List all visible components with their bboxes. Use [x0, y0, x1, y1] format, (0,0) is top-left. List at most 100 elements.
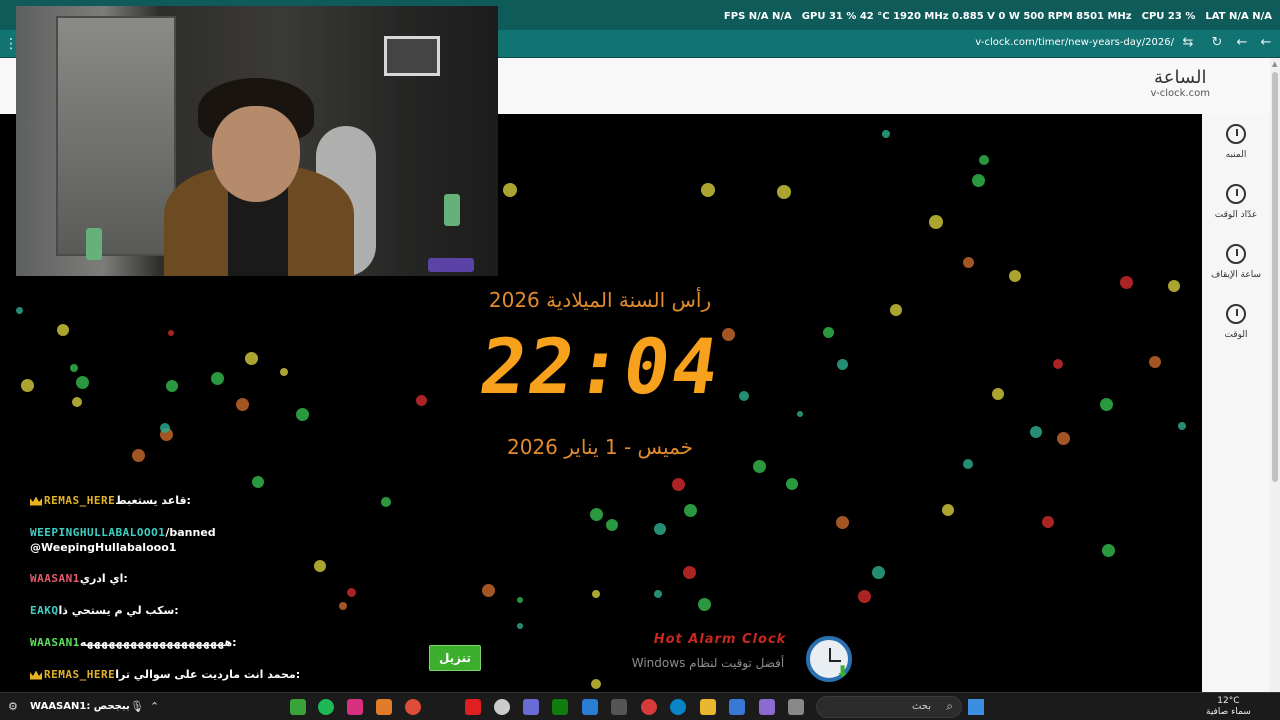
- outlook-icon[interactable]: [582, 699, 598, 715]
- confetti-dot: [1056, 431, 1070, 445]
- sidebar-item-alarm[interactable]: المنبه: [1202, 124, 1270, 160]
- confetti-dot: [503, 183, 517, 197]
- app-icon[interactable]: [788, 699, 804, 715]
- fps-value-2: N/A: [772, 11, 792, 22]
- url-field[interactable]: v-clock.com/timer/new-years-day/2026/: [975, 37, 1174, 48]
- confetti-dot: [168, 330, 174, 336]
- gpu-label: GPU: [801, 11, 826, 22]
- webcam-keyboard-light: [428, 258, 474, 272]
- fps-label: FPS: [723, 11, 746, 22]
- confetti-dot: [822, 326, 834, 338]
- confetti-dot: [971, 173, 985, 187]
- settings-icon[interactable]: ⚙: [8, 700, 18, 713]
- confetti-dot: [166, 380, 178, 392]
- confetti-dot: [70, 364, 78, 372]
- chevron-up-icon[interactable]: ⌃: [150, 700, 159, 713]
- gpu-temp: 42 °C: [859, 11, 890, 22]
- gpu-load: 31 %: [828, 11, 857, 22]
- chat-message: WAASAN1:ههههههههههههههههههههه: [30, 636, 237, 649]
- confetti-dot: [1099, 397, 1113, 411]
- app-icon[interactable]: [759, 699, 775, 715]
- sidebar-item-stopwatch[interactable]: ساعة الإيقاف: [1202, 244, 1270, 280]
- app-icon[interactable]: [611, 699, 627, 715]
- forward-icon[interactable]: ←: [1258, 35, 1274, 51]
- confetti-dot: [992, 388, 1004, 400]
- menu-icon[interactable]: ⋮: [4, 36, 18, 52]
- xbox-icon[interactable]: [552, 699, 568, 715]
- back-icon[interactable]: ←: [1234, 35, 1250, 51]
- confetti-dot: [415, 394, 427, 406]
- brand-arabic: الساعة: [1154, 67, 1207, 88]
- cpu-load: 23 %: [1167, 11, 1196, 22]
- chat-text: /banned: [165, 526, 216, 539]
- sidebar-label: المنبه: [1225, 150, 1247, 160]
- chat-username: REMAS_HERE: [44, 494, 116, 507]
- confetti-dot: [882, 130, 890, 138]
- confetti-dot: [517, 597, 523, 603]
- microphone-icon[interactable]: 🎙: [130, 700, 144, 713]
- spotify-icon[interactable]: [318, 699, 334, 715]
- confetti-dot: [75, 375, 89, 389]
- tabs-icon[interactable]: ⇆: [1180, 35, 1196, 51]
- confetti-dot: [381, 497, 391, 507]
- site-logo[interactable]: الساعة v-clock.com: [1151, 68, 1210, 100]
- ad-product-name[interactable]: Hot Alarm Clock: [640, 632, 800, 647]
- confetti-dot: [671, 477, 685, 491]
- sidebar-label: الوقت: [1224, 330, 1248, 340]
- windows-start-icon[interactable]: [968, 699, 984, 715]
- confetti-dot: [1042, 516, 1054, 528]
- download-button[interactable]: تنزيل: [429, 645, 481, 671]
- confetti-dot: [346, 587, 356, 597]
- weather-widget[interactable]: 12°C سماء صافية: [1206, 696, 1251, 718]
- confetti-dot: [836, 358, 848, 370]
- clock-icon: [1226, 304, 1246, 324]
- search-label: بحث: [911, 701, 931, 712]
- weather-desc: سماء صافية: [1206, 707, 1251, 717]
- youtube-icon[interactable]: [465, 699, 481, 715]
- chat-message: REMAS_HERE:محمد انت مارديت على سوالي ترا: [30, 668, 300, 681]
- chat-text: :محمد انت مارديت على سوالي ترا: [115, 668, 301, 681]
- lat-label: LAT: [1205, 11, 1226, 22]
- webcam-can: [86, 228, 102, 260]
- confetti-dot: [517, 623, 523, 629]
- confetti-dot: [592, 590, 600, 598]
- chat-text: :قاعد يستعبط: [115, 494, 191, 507]
- confetti-dot: [1119, 275, 1133, 289]
- confetti-dot: [701, 183, 715, 197]
- chat-text: :سكب لي م يستحي ذا: [58, 604, 179, 617]
- current-time: 22:04: [474, 322, 726, 411]
- gpu-power: 0 W: [998, 11, 1020, 22]
- event-title: رأس السنة الميلادية 2026: [488, 288, 712, 312]
- app-icon[interactable]: [494, 699, 510, 715]
- confetti-dot: [835, 515, 849, 529]
- reload-icon[interactable]: ↻: [1209, 35, 1225, 51]
- fps-value: N/A: [748, 11, 769, 22]
- sidebar-item-clock[interactable]: الوقت: [1202, 304, 1270, 340]
- confetti-dot: [683, 503, 697, 517]
- scroll-thumb[interactable]: [1272, 72, 1278, 482]
- edge-icon[interactable]: [670, 699, 686, 715]
- taskbar-search[interactable]: بحث ⌕: [816, 696, 962, 718]
- scroll-up-arrow-icon[interactable]: ▲: [1272, 60, 1277, 68]
- file-explorer-icon[interactable]: [700, 699, 716, 715]
- instagram-icon[interactable]: [347, 699, 363, 715]
- webcam-overlay: [16, 6, 498, 276]
- confetti-dot: [1168, 280, 1180, 292]
- store-icon[interactable]: [729, 699, 745, 715]
- site-sidebar: المنبه عدّاد الوقت ساعة الإيقاف الوقت: [1202, 114, 1270, 692]
- webcam-can: [444, 194, 460, 226]
- confetti-dot: [252, 476, 264, 488]
- gpu-voltage: 0.885 V: [952, 11, 995, 22]
- sidebar-item-timer[interactable]: عدّاد الوقت: [1202, 184, 1270, 220]
- chrome-icon[interactable]: [405, 699, 421, 715]
- confetti-dot: [979, 155, 989, 165]
- app-icon[interactable]: [523, 699, 539, 715]
- media-player-icon[interactable]: [290, 699, 306, 715]
- app-icon[interactable]: [376, 699, 392, 715]
- app-icon[interactable]: [641, 699, 657, 715]
- search-icon: ⌕: [946, 699, 953, 713]
- confetti-dot: [235, 397, 249, 411]
- page-scrollbar[interactable]: ▲: [1270, 58, 1280, 692]
- confetti-dot: [606, 519, 618, 531]
- sidebar-label: ساعة الإيقاف: [1210, 270, 1262, 280]
